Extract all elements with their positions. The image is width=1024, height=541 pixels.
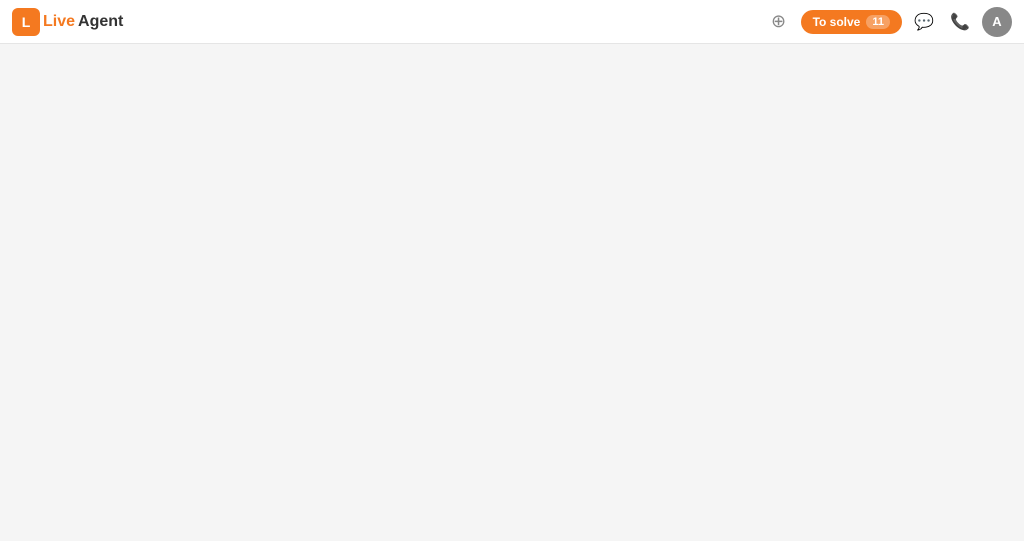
chat-icon[interactable]: 💬 (910, 8, 938, 36)
logo: L Live Agent (12, 8, 123, 36)
user-avatar[interactable]: A (982, 7, 1012, 37)
solve-button[interactable]: To solve 11 (801, 10, 902, 34)
phone-icon[interactable]: 📞 (946, 8, 974, 36)
logo-icon: L (12, 8, 40, 36)
add-icon[interactable]: ⊕ (765, 8, 793, 36)
